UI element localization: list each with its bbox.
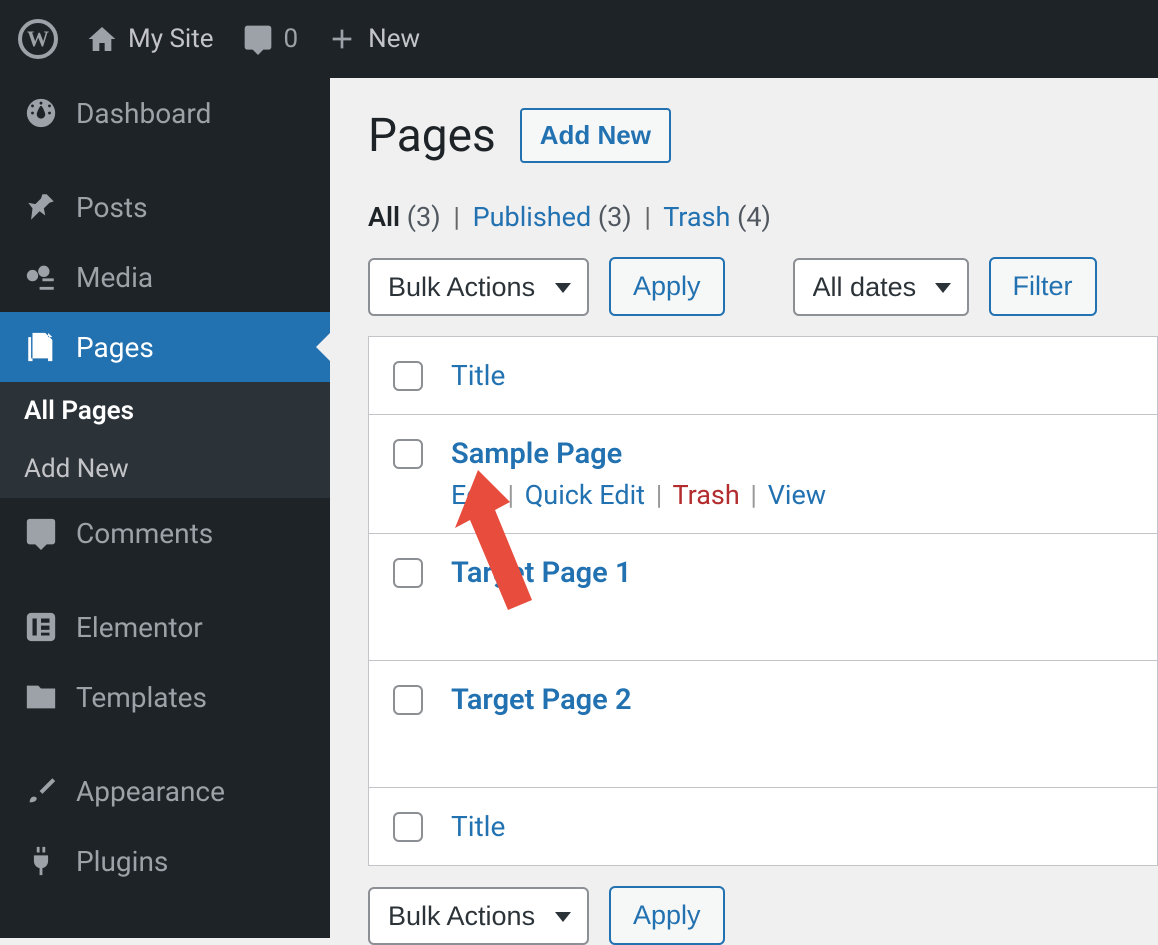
row-checkbox[interactable] — [393, 685, 423, 715]
page-title-link[interactable]: Target Page 2 — [451, 683, 632, 717]
sidebar-item-dashboard[interactable]: Dashboard — [0, 78, 330, 148]
sidebar-label: Pages — [76, 331, 154, 364]
submenu-all-pages[interactable]: All Pages — [0, 382, 330, 440]
table-header: Title — [369, 337, 1157, 415]
admin-sidebar: Dashboard Posts Media Pages All Pages Ad… — [0, 78, 330, 938]
row-actions: Edit | Quick Edit | Trash | View — [451, 479, 1133, 511]
tablenav-top: Bulk Actions Apply All dates Filter — [368, 257, 1158, 316]
dashboard-icon — [24, 96, 58, 130]
apply-button-bottom[interactable]: Apply — [609, 886, 725, 945]
select-all-checkbox[interactable] — [393, 361, 423, 391]
sidebar-item-media[interactable]: Media — [0, 242, 330, 312]
sidebar-label: Posts — [76, 191, 148, 224]
comment-icon — [242, 23, 274, 55]
sidebar-item-templates[interactable]: Templates — [0, 662, 330, 732]
filter-trash[interactable]: Trash (4) — [663, 201, 771, 233]
wordpress-icon: W — [18, 19, 58, 59]
site-name: My Site — [128, 24, 214, 54]
brush-icon — [24, 774, 58, 808]
action-quick-edit[interactable]: Quick Edit — [525, 479, 645, 511]
page-title-link[interactable]: Sample Page — [451, 437, 622, 471]
submenu-add-new[interactable]: Add New — [0, 440, 330, 498]
site-home-link[interactable]: My Site — [86, 23, 214, 55]
elementor-icon — [24, 610, 58, 644]
sidebar-label: Media — [76, 261, 153, 294]
sidebar-item-elementor[interactable]: Elementor — [0, 592, 330, 662]
bulk-actions-select-bottom[interactable]: Bulk Actions — [368, 887, 589, 945]
sidebar-item-comments[interactable]: Comments — [0, 498, 330, 568]
pages-icon — [24, 330, 58, 364]
add-new-button[interactable]: Add New — [520, 108, 671, 163]
row-checkbox[interactable] — [393, 558, 423, 588]
action-view[interactable]: View — [768, 479, 826, 511]
sidebar-label: Templates — [76, 681, 207, 714]
plug-icon — [24, 844, 58, 878]
media-icon — [24, 260, 58, 294]
page-header: Pages Add New — [368, 108, 1158, 163]
new-label: New — [368, 24, 420, 54]
comments-link[interactable]: 0 — [242, 23, 299, 55]
sidebar-item-appearance[interactable]: Appearance — [0, 756, 330, 826]
sidebar-label: Comments — [76, 517, 213, 550]
page-title-link[interactable]: Target Page 1 — [451, 556, 632, 590]
new-content-link[interactable]: New — [326, 23, 420, 55]
admin-bar: W My Site 0 New — [0, 0, 1158, 78]
comment-icon — [24, 516, 58, 550]
table-row: Target Page 2 — [369, 661, 1157, 788]
sidebar-label: Plugins — [76, 845, 168, 878]
table-row: Target Page 1 — [369, 534, 1157, 661]
tablenav-bottom: Bulk Actions Apply — [368, 886, 1158, 945]
apply-button[interactable]: Apply — [609, 257, 725, 316]
sidebar-item-posts[interactable]: Posts — [0, 172, 330, 242]
action-edit[interactable]: Edit — [451, 479, 497, 511]
date-filter-select[interactable]: All dates — [793, 258, 969, 316]
filter-all[interactable]: All (3) — [368, 201, 447, 233]
filter-button[interactable]: Filter — [989, 257, 1097, 316]
pages-table: Title Sample Page Edit | Quick Edit | Tr… — [368, 336, 1158, 866]
table-footer: Title — [369, 788, 1157, 865]
plus-icon — [326, 23, 358, 55]
sidebar-item-plugins[interactable]: Plugins — [0, 826, 330, 896]
sidebar-label: Dashboard — [76, 97, 211, 130]
title-column-footer[interactable]: Title — [451, 810, 505, 843]
page-title: Pages — [368, 109, 496, 163]
home-icon — [86, 23, 118, 55]
action-trash[interactable]: Trash — [672, 479, 739, 511]
wp-logo-link[interactable]: W — [18, 19, 58, 59]
view-filters: All (3) | Published (3) | Trash (4) — [368, 201, 1158, 233]
filter-published[interactable]: Published (3) — [473, 201, 639, 233]
title-column-header[interactable]: Title — [451, 359, 505, 392]
sidebar-label: Appearance — [76, 775, 225, 808]
bulk-actions-select[interactable]: Bulk Actions — [368, 258, 589, 316]
main-content: Pages Add New All (3) | Published (3) | … — [330, 78, 1158, 938]
comments-count: 0 — [284, 24, 299, 54]
sidebar-label: Elementor — [76, 611, 203, 644]
sidebar-item-pages[interactable]: Pages — [0, 312, 330, 382]
pin-icon — [24, 190, 58, 224]
row-checkbox[interactable] — [393, 439, 423, 469]
table-row: Sample Page Edit | Quick Edit | Trash | … — [369, 415, 1157, 534]
folder-icon — [24, 680, 58, 714]
pages-submenu: All Pages Add New — [0, 382, 330, 498]
select-all-checkbox-bottom[interactable] — [393, 812, 423, 842]
